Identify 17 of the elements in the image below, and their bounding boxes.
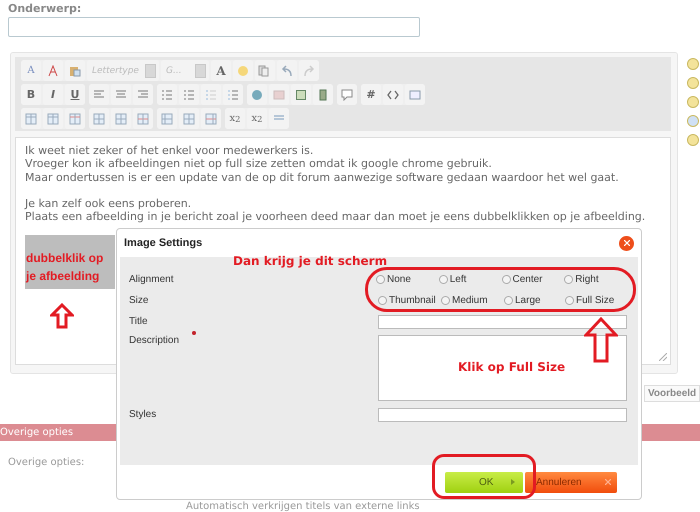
message-text-line: Ik weet niet zeker of het enkel voor medewerkers is. [25,144,314,158]
message-text-line: Plaats een afbeelding in je bericht zoal je voorheen deed maar dan moet je eens dubbelklikken op je afbeelding. [25,210,646,224]
annotation-text: dubbelklik op je afbeelding [26,250,104,286]
annotation-text: Dan krijg je dit scherm [233,254,388,268]
message-text-line: Vroeger kon ik afbeeldingen niet op full size zetten omdat ik google chrome gebruik. [25,157,493,171]
dialog-title: Image Settings [124,237,202,249]
annotation-text: Klik op Full Size [458,360,566,374]
subject-label: Onderwerp: [8,2,82,15]
field-label: Styles [129,409,158,420]
message-text-line: Je kan zelf ook eens proberen. [25,196,192,210]
field-label: Alignment [129,274,174,285]
field-label: Size [129,295,150,306]
message-text-line: Maar ondertussen is er een update van de op dit forum aanwezige software gedaan waardoor het wel gaat. [25,170,620,184]
options-label: Overige opties: [8,457,84,468]
field-label: Title [129,316,149,327]
checkbox-label: Automatisch verkrijgen titels van externe links [186,501,420,512]
field-label: Description [129,335,180,346]
